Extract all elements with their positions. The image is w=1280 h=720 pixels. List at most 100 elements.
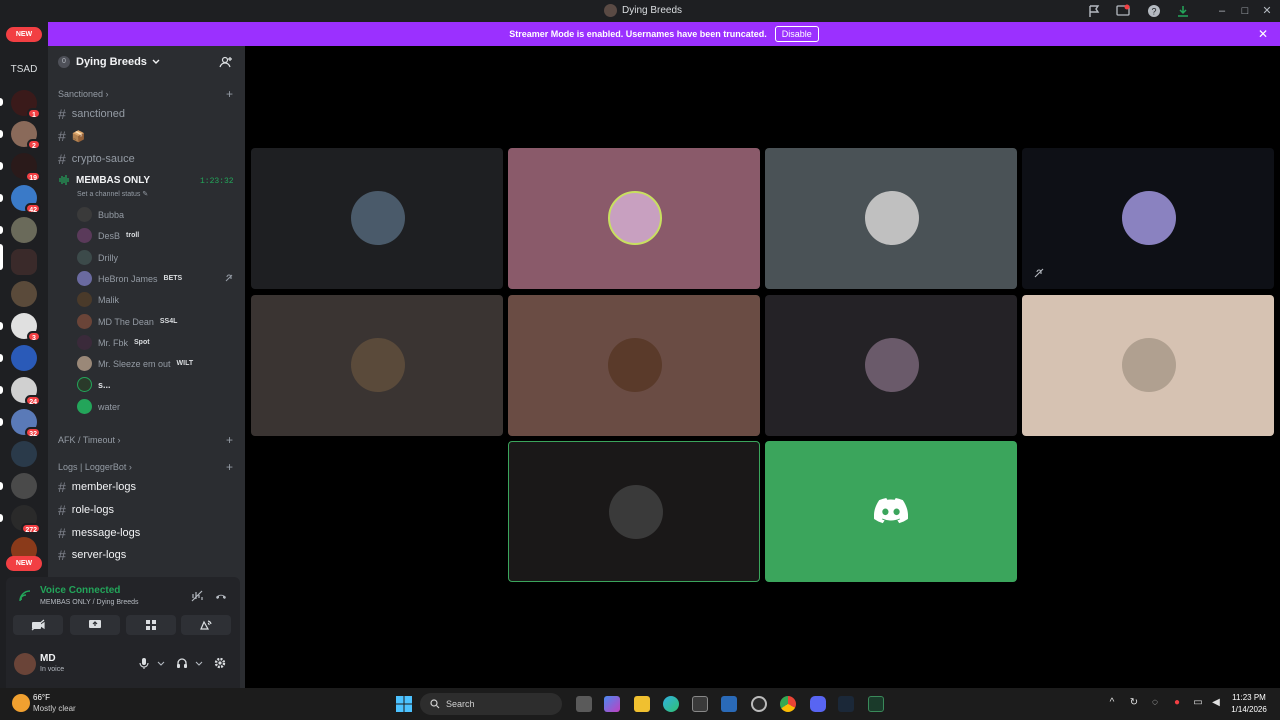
chevron-down-icon[interactable]	[157, 659, 165, 667]
server-icon[interactable]: 42	[11, 185, 41, 214]
edge-icon[interactable]	[663, 696, 679, 712]
store-icon[interactable]	[692, 696, 708, 712]
close-icon[interactable]: ✕	[1258, 27, 1268, 41]
voice-user[interactable]: DesB troll	[77, 228, 139, 243]
participant-tile[interactable]	[508, 295, 760, 436]
add-channel-icon[interactable]: +	[226, 87, 233, 101]
maximize-button[interactable]: □	[1237, 3, 1253, 19]
microphone-in-use-icon[interactable]: ●	[1171, 697, 1183, 709]
download-icon[interactable]	[1176, 4, 1190, 18]
participant-tile-speaking[interactable]	[508, 441, 760, 582]
add-channel-icon[interactable]: +	[226, 433, 233, 447]
voice-user[interactable]: Malik	[77, 292, 119, 307]
copilot-icon[interactable]	[604, 696, 620, 712]
chrome-icon[interactable]	[780, 696, 796, 712]
participant-tile[interactable]	[1022, 295, 1274, 436]
weather-description[interactable]: Mostly clear	[33, 704, 76, 713]
voice-user[interactable]: HeBron James BETS	[77, 271, 182, 286]
server-icon[interactable]: 272	[11, 505, 41, 534]
server-folder-tsad[interactable]: TSAD	[8, 64, 40, 78]
add-friend-icon[interactable]	[219, 55, 233, 69]
noise-suppression-icon[interactable]	[190, 589, 204, 603]
voice-location[interactable]: MEMBAS ONLY / Dying Breeds	[40, 599, 139, 606]
weather-temperature[interactable]: 66°F	[33, 693, 50, 702]
server-icon-selected[interactable]	[11, 249, 37, 275]
xbox-icon[interactable]	[868, 696, 884, 712]
clock-date[interactable]: 1/14/2026	[1226, 705, 1272, 714]
headphones-icon[interactable]	[176, 657, 188, 669]
app-icon[interactable]	[751, 696, 767, 712]
voice-user[interactable]: MD The Dean SS4L	[77, 314, 177, 329]
server-icon[interactable]: 1	[11, 90, 41, 119]
participant-tile[interactable]	[1022, 148, 1274, 289]
server-icon[interactable]: 3	[11, 313, 41, 342]
voice-user[interactable]: Drilly	[77, 250, 118, 265]
category-sanctioned[interactable]: Sanctioned ›	[58, 89, 109, 99]
camera-button[interactable]	[13, 615, 63, 635]
guild-header[interactable]: 0 Dying Breeds	[48, 46, 245, 78]
file-explorer-icon[interactable]	[634, 696, 650, 712]
category-logs[interactable]: Logs | LoggerBot ›	[58, 462, 132, 472]
weather-icon[interactable]	[12, 694, 30, 712]
participant-tile[interactable]	[251, 295, 503, 436]
disconnect-icon[interactable]	[214, 589, 228, 603]
server-icon[interactable]: 19	[11, 153, 41, 182]
voice-user[interactable]: Mr. Fbk Spot	[77, 335, 150, 350]
close-window-button[interactable]: ✕	[1259, 3, 1275, 19]
channel-sanctioned[interactable]: # sanctioned	[58, 106, 125, 122]
avatar[interactable]	[14, 653, 36, 675]
participant-tile[interactable]	[765, 441, 1017, 582]
gear-icon[interactable]	[214, 657, 226, 669]
chevron-up-icon[interactable]: ^	[1106, 697, 1118, 709]
taskbar-search[interactable]: Search	[420, 693, 562, 715]
category-afk[interactable]: AFK / Timeout ›	[58, 435, 121, 445]
server-icon[interactable]	[11, 345, 37, 371]
discord-taskbar-icon[interactable]	[810, 696, 826, 712]
activities-button[interactable]	[126, 615, 176, 635]
voice-user[interactable]: Bubba	[77, 207, 124, 222]
flag-icon[interactable]	[1087, 4, 1101, 18]
minimize-button[interactable]: –	[1214, 3, 1230, 19]
mail-icon[interactable]	[721, 696, 737, 712]
chevron-down-icon[interactable]	[195, 659, 203, 667]
participant-tile[interactable]	[508, 148, 760, 289]
screen-record-icon[interactable]	[1116, 4, 1130, 18]
server-icon[interactable]	[11, 217, 37, 243]
disable-streamer-mode-button[interactable]: Disable	[774, 26, 819, 42]
channel-member-logs[interactable]: # member-logs	[58, 479, 136, 495]
channel-message-logs[interactable]: # message-logs	[58, 525, 140, 541]
avatar	[77, 207, 92, 222]
channel-box[interactable]: # 📦	[58, 128, 86, 144]
channel-server-logs[interactable]: # server-logs	[58, 547, 126, 563]
soundboard-button[interactable]	[181, 615, 231, 635]
signal-icon[interactable]	[18, 589, 32, 603]
voice-user[interactable]: Mr. Sleeze em out WILT	[77, 356, 193, 371]
server-icon[interactable]: 24	[11, 377, 41, 406]
voice-channel-membas-only[interactable]: MEMBAS ONLY	[58, 174, 150, 186]
clock-time[interactable]: 11:23 PM	[1226, 693, 1272, 702]
participant-tile[interactable]	[251, 148, 503, 289]
screen-share-button[interactable]	[70, 615, 120, 635]
server-icon[interactable]	[11, 473, 37, 499]
help-icon[interactable]: ?	[1147, 4, 1161, 18]
task-view-icon[interactable]	[576, 696, 592, 712]
windows-start-icon[interactable]	[396, 696, 412, 712]
channel-role-logs[interactable]: # role-logs	[58, 502, 114, 518]
add-channel-icon[interactable]: +	[226, 460, 233, 474]
steam-icon[interactable]	[838, 696, 854, 712]
server-icon[interactable]	[11, 441, 37, 467]
server-icon[interactable]: 2	[11, 121, 41, 150]
server-icon[interactable]: 32	[11, 409, 41, 438]
volume-icon[interactable]: ◀	[1210, 697, 1222, 709]
eye-off-icon[interactable]: ◌	[1149, 697, 1161, 709]
channel-crypto-sauce[interactable]: # crypto-sauce	[58, 151, 135, 167]
voice-user[interactable]: s...	[77, 377, 111, 392]
sync-icon[interactable]: ↻	[1128, 697, 1140, 709]
network-icon[interactable]: ▭	[1192, 697, 1204, 709]
participant-tile[interactable]	[765, 295, 1017, 436]
voice-user[interactable]: water	[77, 399, 120, 414]
participant-tile[interactable]	[765, 148, 1017, 289]
set-channel-status[interactable]: Set a channel status ✎	[77, 190, 148, 198]
microphone-icon[interactable]	[138, 657, 150, 669]
server-icon[interactable]	[11, 281, 37, 307]
